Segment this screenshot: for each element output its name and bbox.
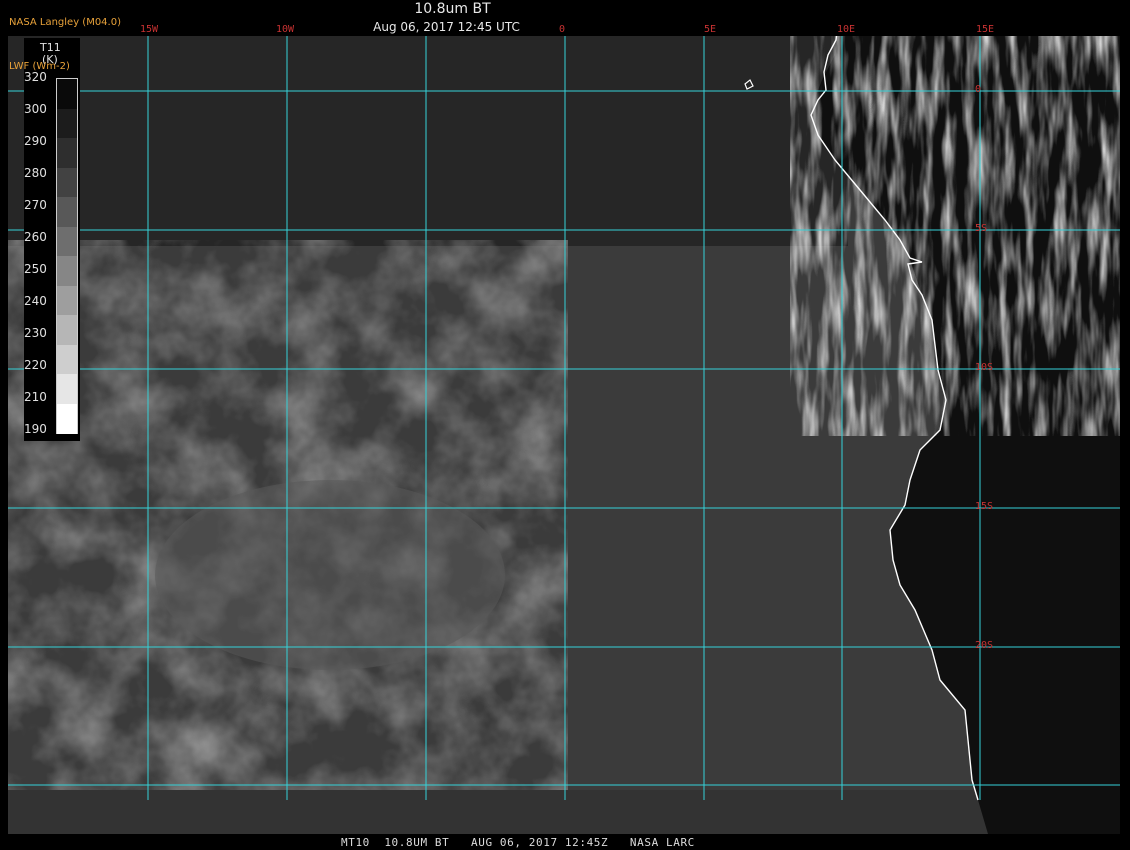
satellite-image [8,36,1120,834]
dark-upper-band [8,36,848,246]
southern-cloud-band [8,790,998,834]
legend-tick-label: 300 [24,102,47,116]
legend-tick-label: 190 [24,422,47,436]
color-legend: T11 (K) 320 300 290 280 270 260 250 240 230 220 21… [24,38,80,441]
legend-tick-label: 320 [24,70,47,84]
legend-tick-label: 260 [24,230,47,244]
legend-swatch [57,138,77,168]
legend-tick-label: 210 [24,390,47,404]
legend-swatch [57,167,77,198]
legend-swatch [57,344,77,375]
legend-swatch [57,403,77,434]
legend-tick-label: 280 [24,166,47,180]
image-timestamp: Aug 06, 2017 12:45 UTC [373,20,520,34]
legend-swatch [57,315,77,345]
lat-label-10s: 10S [975,362,994,373]
lon-label-15e: 15E [976,24,995,35]
legend-product: LWF (Wm-2) [9,61,70,72]
legend-tick-label: 240 [24,294,47,308]
footer-caption: MT10 10.8UM BT AUG 06, 2017 12:45Z NASA … [341,836,695,849]
legend-tick-label: 220 [24,358,47,372]
lon-label-5e: 5E [704,24,717,35]
legend-tick-label: 230 [24,326,47,340]
legend-swatch [57,226,77,257]
lon-label-10w: 10W [276,24,295,35]
lon-label-15w: 15W [140,24,159,35]
legend-color-ramp [56,78,78,434]
high-cloud-streaks [790,36,1120,436]
legend-swatch [57,256,77,286]
image-title: 10.8um BT [414,1,491,17]
legend-tick-label: 290 [24,134,47,148]
legend-tick-label: 270 [24,198,47,212]
lat-label-5s: 5S [975,223,988,234]
lon-label-0: 0 [559,24,566,35]
legend-tick-label: 250 [24,262,47,276]
legend-swatch [57,108,77,139]
lat-label-15s: 15S [975,501,994,512]
lon-label-10e: 10E [837,24,856,35]
legend-swatch [57,285,77,316]
legend-swatch [57,79,77,109]
legend-swatch [57,374,77,404]
lat-label-0: 0 [975,84,982,95]
legend-swatch [57,197,77,227]
lat-label-20s: 20S [975,640,994,651]
